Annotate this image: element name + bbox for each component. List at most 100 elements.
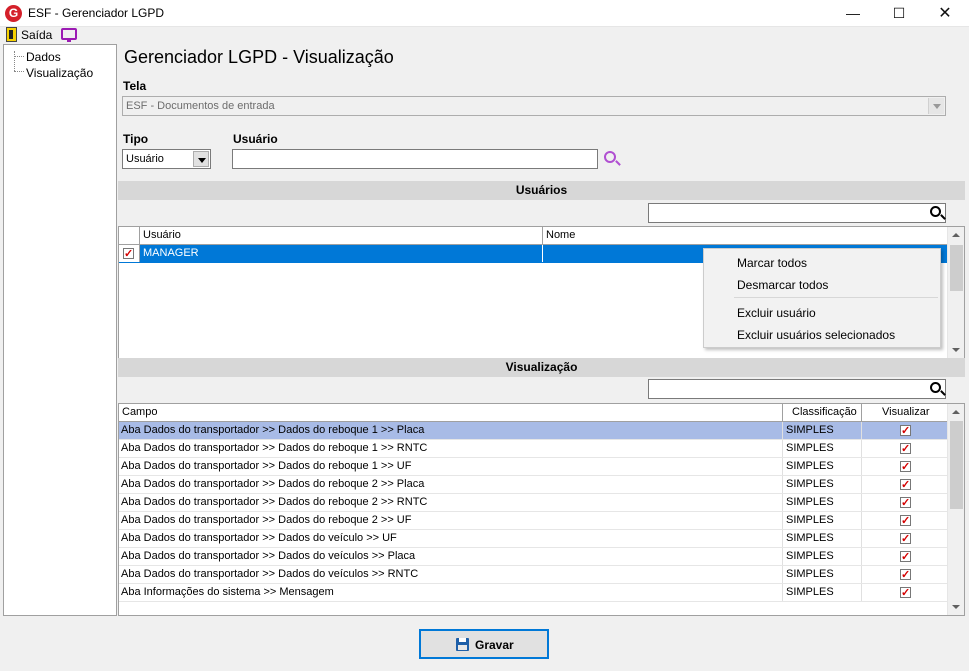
column-header-visualizar[interactable]: Visualizar [862, 404, 947, 421]
monitor-icon[interactable] [61, 28, 77, 42]
column-header-usuario[interactable]: Usuário [140, 227, 543, 244]
visualizar-checkbox[interactable] [900, 495, 911, 511]
visualizar-checkbox[interactable] [900, 585, 911, 601]
users-scrollbar[interactable] [947, 227, 964, 358]
view-filter-input[interactable] [648, 379, 946, 399]
visualizar-checkbox[interactable] [900, 513, 911, 529]
visualizar-checkbox[interactable] [900, 459, 911, 475]
window-title: ESF - Gerenciador LGPD [28, 6, 165, 20]
cell-campo: Aba Dados do transportador >> Dados do r… [119, 512, 783, 529]
minimize-button[interactable]: — [830, 0, 876, 27]
cell-classificacao: SIMPLES [783, 512, 862, 529]
cell-campo: Aba Informações do sistema >> Mensagem [119, 584, 783, 601]
table-row[interactable]: Aba Dados do transportador >> Dados do r… [119, 476, 947, 494]
search-icon[interactable] [604, 151, 616, 163]
tree-connector [14, 51, 15, 71]
exit-door-icon[interactable] [6, 27, 17, 42]
visualizar-checkbox[interactable] [900, 477, 911, 493]
cell-visualizar [862, 458, 947, 475]
cell-visualizar [862, 530, 947, 547]
cell-visualizar [862, 440, 947, 457]
visualizar-checkbox[interactable] [900, 531, 911, 547]
scroll-up-arrow-icon[interactable] [948, 404, 964, 420]
select-column-header[interactable] [119, 227, 140, 244]
title-bar: G ESF - Gerenciador LGPD — ☐ ✕ [0, 0, 969, 27]
cell-visualizar [862, 512, 947, 529]
tree-connector [14, 71, 24, 72]
tree-connector [14, 56, 24, 57]
tree-item-visualizacao[interactable]: Visualização [26, 66, 93, 80]
cell-visualizar [862, 476, 947, 493]
cell-campo: Aba Dados do transportador >> Dados do v… [119, 530, 783, 547]
cell-campo: Aba Dados do transportador >> Dados do r… [119, 440, 783, 457]
visualizar-checkbox[interactable] [900, 423, 911, 439]
table-row[interactable]: Aba Dados do transportador >> Dados do v… [119, 548, 947, 566]
visualizar-checkbox[interactable] [900, 441, 911, 457]
view-grid-header: Campo Classificação Visualizar [119, 404, 947, 422]
view-scrollbar[interactable] [947, 404, 964, 615]
scroll-thumb[interactable] [950, 245, 963, 291]
tree-item-dados[interactable]: Dados [26, 50, 61, 64]
users-grid-header: Usuário Nome [119, 227, 947, 245]
column-header-campo[interactable]: Campo [119, 404, 783, 421]
cell-visualizar [862, 494, 947, 511]
cell-classificacao: SIMPLES [783, 494, 862, 511]
cell-visualizar [862, 422, 947, 439]
column-header-nome[interactable]: Nome [543, 227, 947, 244]
table-row[interactable]: Aba Dados do transportador >> Dados do r… [119, 422, 947, 440]
cell-classificacao: SIMPLES [783, 530, 862, 547]
page-title: Gerenciador LGPD - Visualização [124, 47, 394, 67]
search-icon[interactable] [930, 206, 941, 217]
table-row[interactable]: Aba Dados do transportador >> Dados do r… [119, 512, 947, 530]
chevron-down-icon[interactable] [193, 151, 209, 167]
tela-select-value: ESF - Documentos de entrada [126, 100, 275, 112]
maximize-button[interactable]: ☐ [876, 0, 922, 27]
tipo-select-value: Usuário [126, 153, 164, 165]
tipo-select[interactable]: Usuário [122, 149, 211, 169]
menu-item-desmarcar-todos[interactable]: Desmarcar todos [737, 278, 828, 292]
table-row[interactable]: Aba Dados do transportador >> Dados do v… [119, 530, 947, 548]
chevron-down-icon[interactable] [928, 98, 944, 114]
cell-campo: Aba Dados do transportador >> Dados do r… [119, 422, 783, 439]
table-row[interactable]: Aba Dados do transportador >> Dados do r… [119, 494, 947, 512]
users-filter-input[interactable] [648, 203, 946, 223]
row-select-cell[interactable] [119, 245, 140, 262]
save-button[interactable]: Gravar [419, 629, 549, 659]
cell-classificacao: SIMPLES [783, 548, 862, 565]
cell-campo: Aba Dados do transportador >> Dados do r… [119, 458, 783, 475]
menu-item-excluir-usuario[interactable]: Excluir usuário [737, 306, 816, 320]
visualizar-checkbox[interactable] [900, 567, 911, 583]
view-grid: Campo Classificação Visualizar Aba Dados… [118, 403, 965, 616]
tela-select[interactable]: ESF - Documentos de entrada [122, 96, 946, 116]
cell-classificacao: SIMPLES [783, 458, 862, 475]
table-row[interactable]: Aba Dados do transportador >> Dados do r… [119, 440, 947, 458]
scroll-up-arrow-icon[interactable] [948, 227, 964, 243]
toolbar: Saída [0, 27, 969, 44]
column-header-classificacao[interactable]: Classificação [783, 404, 862, 421]
visualizar-checkbox[interactable] [900, 549, 911, 565]
exit-button[interactable]: Saída [21, 28, 52, 42]
search-icon[interactable] [930, 382, 941, 393]
table-row[interactable]: Aba Informações do sistema >> Mensagem S… [119, 584, 947, 602]
row-checkbox[interactable] [123, 246, 134, 262]
cell-visualizar [862, 566, 947, 583]
menu-separator [734, 297, 938, 298]
close-button[interactable]: ✕ [922, 0, 968, 27]
cell-campo: Aba Dados do transportador >> Dados do r… [119, 494, 783, 511]
scroll-thumb[interactable] [950, 421, 963, 509]
navigation-tree: Dados Visualização [3, 44, 117, 616]
cell-visualizar [862, 584, 947, 601]
scroll-down-arrow-icon[interactable] [948, 342, 964, 358]
cell-classificacao: SIMPLES [783, 584, 862, 601]
cell-campo: Aba Dados do transportador >> Dados do r… [119, 476, 783, 493]
table-row[interactable]: Aba Dados do transportador >> Dados do r… [119, 458, 947, 476]
cell-visualizar [862, 548, 947, 565]
scroll-down-arrow-icon[interactable] [948, 599, 964, 615]
usuario-label: Usuário [233, 132, 278, 146]
menu-item-marcar-todos[interactable]: Marcar todos [737, 256, 807, 270]
usuario-input[interactable] [232, 149, 598, 169]
cell-usuario: MANAGER [140, 245, 543, 262]
menu-item-excluir-selecionados[interactable]: Excluir usuários selecionados [737, 328, 895, 342]
tipo-label: Tipo [123, 132, 149, 146]
table-row[interactable]: Aba Dados do transportador >> Dados do v… [119, 566, 947, 584]
